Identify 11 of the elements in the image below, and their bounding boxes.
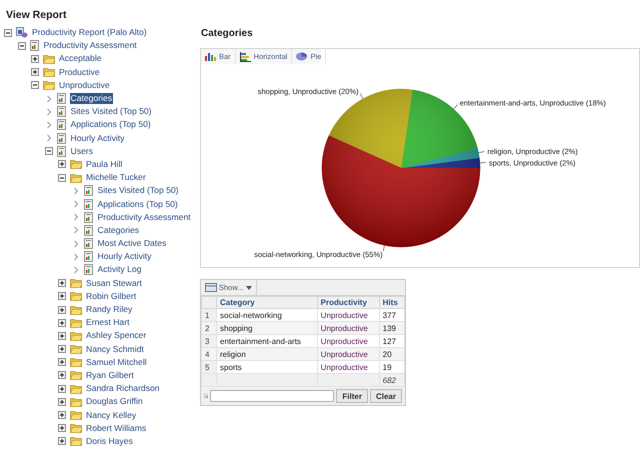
page-title: View Report <box>5 8 68 23</box>
table-cell: religion <box>216 348 318 360</box>
table-cell: Unproductive <box>317 322 380 334</box>
row-number: 3 <box>202 334 216 348</box>
report-heading: Categories <box>200 28 254 41</box>
row-number: 2 <box>202 322 216 334</box>
row-number: 4 <box>202 348 216 360</box>
row-number: 5 <box>202 360 216 374</box>
table-cell: Unproductive <box>317 348 380 360</box>
row-number: 1 <box>202 308 216 322</box>
table-cell: shopping <box>216 322 318 334</box>
